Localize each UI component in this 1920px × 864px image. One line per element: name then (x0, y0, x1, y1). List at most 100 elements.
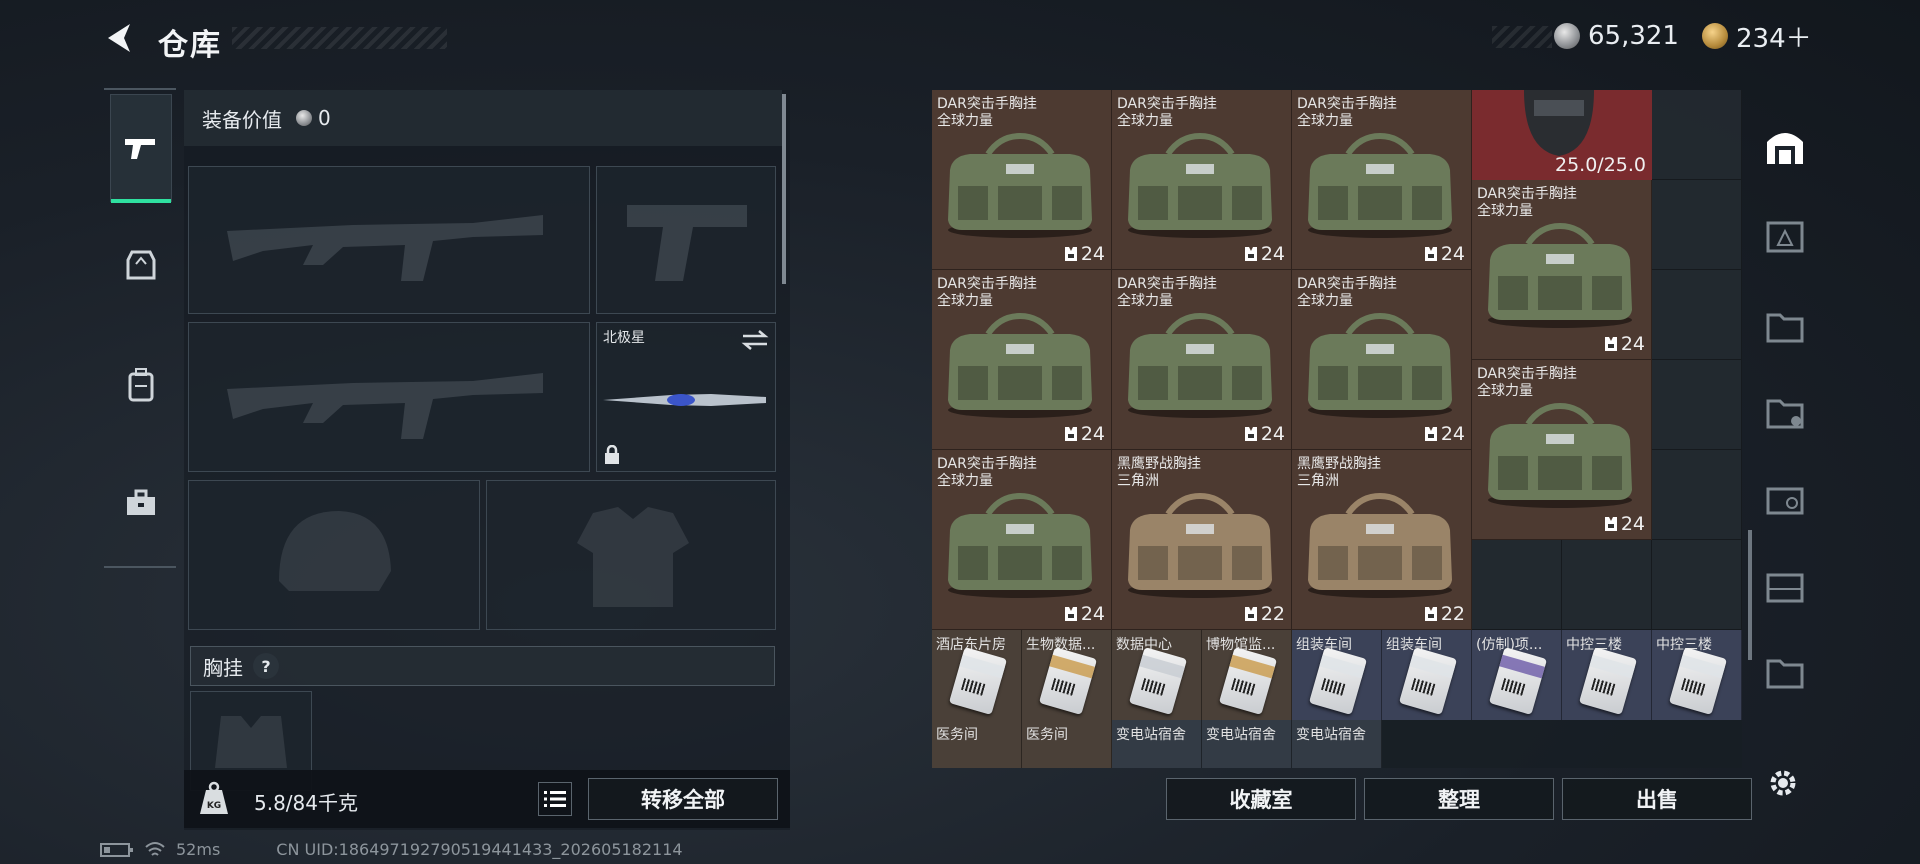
currency-stripe (1492, 26, 1552, 48)
stash-item-keycard[interactable]: 变电站宿舍 (1112, 720, 1202, 768)
helmet-slot[interactable] (188, 480, 480, 630)
gold-coin-icon (1702, 23, 1728, 49)
stash-item-vest[interactable]: 黑鹰野战胸挂 三角洲 22 (1292, 450, 1472, 630)
duffel-bag-icon (1308, 312, 1452, 418)
transfer-all-button[interactable]: 转移全部 (588, 778, 778, 820)
tab-toolbox[interactable] (112, 474, 170, 532)
back-arrow-icon[interactable] (100, 18, 140, 58)
item-armor-count: 24 (1424, 423, 1465, 445)
sort-button[interactable]: 整理 (1364, 778, 1554, 820)
weight-icon: KG (200, 781, 228, 814)
grid-cell[interactable] (1652, 270, 1742, 360)
stash-item-vest[interactable]: DAR突击手胸挂 全球力量 24 (1292, 90, 1472, 270)
title-stripe (232, 27, 447, 49)
stash-page-v[interactable] (1760, 472, 1810, 522)
keycard-icon (1308, 647, 1368, 715)
rifle-silhouette-icon (227, 215, 543, 281)
item-armor-count: 24 (1244, 423, 1285, 445)
stash-item-keycard[interactable]: (仿制)项... (1472, 630, 1562, 720)
grid-cell[interactable] (1652, 540, 1742, 630)
gear-icon[interactable] (1766, 766, 1800, 800)
item-name: 黑鹰野战胸挂 三角洲 (1117, 456, 1201, 489)
stash-item-keycard[interactable]: 变电站宿舍 (1202, 720, 1292, 768)
stash-item-keycard[interactable]: 组装车间 (1292, 630, 1382, 720)
stash-home-tab[interactable] (1760, 120, 1810, 170)
grid-cell[interactable] (1652, 360, 1742, 450)
stash-item-keycard[interactable]: 变电站宿舍 (1292, 720, 1382, 768)
wifi-icon (145, 841, 165, 856)
silver-currency[interactable]: 65,321 (1554, 18, 1679, 54)
knife-icon (603, 394, 766, 406)
silver-coin-icon (296, 110, 312, 126)
stash-item-keycard[interactable]: 中控三楼 (1652, 630, 1742, 720)
stash-page-iv-2[interactable] (1760, 300, 1810, 350)
stash-item-keycard[interactable]: 医务间 (1022, 720, 1112, 768)
collection-room-button[interactable]: 收藏室 (1166, 778, 1356, 820)
gold-currency[interactable]: 234＋ (1702, 18, 1812, 54)
item-name: DAR突击手胸挂 全球力量 (1477, 366, 1577, 399)
keycard-icon (1398, 647, 1458, 715)
stash-item-keycard[interactable]: 数据中心 (1112, 630, 1202, 720)
secondary-weapon-slot[interactable] (188, 322, 590, 472)
armor-class-icon (1064, 427, 1077, 441)
stash-item-keycard[interactable]: 生物数据... (1022, 630, 1112, 720)
pistol-slot[interactable] (596, 166, 776, 314)
loadout-scrollbar[interactable] (782, 94, 786, 284)
stash-page-iv-3[interactable] (1760, 646, 1810, 696)
grid-cell[interactable] (1652, 450, 1742, 540)
tab-backpack[interactable] (112, 356, 170, 414)
item-name: DAR突击手胸挂 全球力量 (1297, 276, 1397, 309)
stash-item-keycard[interactable]: 酒店东片房 (932, 630, 1022, 720)
keycard-name: 医务间 (936, 727, 978, 743)
armor-class-icon (1604, 337, 1617, 351)
stash-item-vest[interactable]: DAR突击手胸挂 全球力量 24 (1112, 270, 1292, 450)
stash-item-vest[interactable]: DAR突击手胸挂 全球力量 24 (932, 450, 1112, 630)
helmet-silhouette-icon (279, 511, 391, 591)
keycard-icon (1668, 647, 1728, 715)
stash-item-vest[interactable]: 黑鹰野战胸挂 三角洲 22 (1112, 450, 1292, 630)
grid-cell[interactable] (1472, 540, 1562, 630)
status-footer: 52ms CN UID:1864971927905194414​33_20260… (100, 840, 683, 859)
header: 仓库 65,321 234＋ (0, 0, 1920, 80)
melee-slot[interactable]: 北极星 (596, 322, 776, 472)
stash-item-vest[interactable]: DAR突击手胸挂 全球力量 24 (1472, 180, 1652, 360)
stash-item-keycard[interactable]: 医务间 (932, 720, 1022, 768)
list-view-button[interactable] (538, 782, 572, 816)
swap-arrows-icon[interactable] (741, 329, 769, 351)
stash-item-vest[interactable]: DAR突击手胸挂 全球力量 24 (932, 270, 1112, 450)
tab-divider (104, 566, 176, 568)
pistol-icon (125, 139, 155, 159)
armor-vest-icon (126, 250, 156, 280)
stash-item-vest[interactable]: DAR突击手胸挂 全球力量 24 (932, 90, 1112, 270)
stash-item-keycard[interactable]: 博物馆监... (1202, 630, 1292, 720)
grid-cell[interactable] (1562, 540, 1652, 630)
grid-cell[interactable] (1652, 90, 1742, 180)
duffel-bag-icon (1308, 132, 1452, 238)
stash-grid: DAR突击手胸挂 全球力量 24 DAR突击手胸挂 全球力量 24 DAR突击手胸挂 全球… (932, 90, 1742, 768)
stash-page-gti-1[interactable] (1760, 386, 1810, 436)
battery-icon (100, 842, 133, 857)
grid-cell[interactable] (1652, 180, 1742, 270)
keycard-name: 医务间 (1026, 727, 1068, 743)
duffel-bag-icon (1488, 222, 1632, 328)
chest-rig-label: 胸挂 (203, 655, 243, 680)
stash-item-helmet[interactable]: 25.0/25.0 (1472, 90, 1652, 180)
sell-button[interactable]: 出售 (1562, 778, 1752, 820)
body-armor-slot[interactable] (486, 480, 776, 630)
stash-item-vest[interactable]: DAR突击手胸挂 全球力量 24 (1112, 90, 1292, 270)
backpack-icon (128, 368, 154, 402)
keycard-icon (1128, 647, 1188, 715)
stash-item-vest[interactable]: DAR突击手胸挂 全球力量 24 (1292, 270, 1472, 450)
stash-item-vest[interactable]: DAR突击手胸挂 全球力量 24 (1472, 360, 1652, 540)
tab-armor[interactable] (112, 236, 170, 294)
stash-item-keycard[interactable]: 组装车间 (1382, 630, 1472, 720)
help-icon[interactable]: ? (253, 653, 279, 679)
stash-item-keycard[interactable]: 中控三楼 (1562, 630, 1652, 720)
stash-page-iv-1[interactable] (1760, 210, 1810, 260)
tab-weapons[interactable] (110, 94, 172, 203)
folder-icon (1766, 659, 1804, 689)
primary-weapon-slot[interactable] (188, 166, 590, 314)
stash-page-gti-2[interactable] (1760, 560, 1810, 610)
item-armor-count: 24 (1604, 333, 1645, 355)
stash-scrollbar[interactable] (1748, 530, 1752, 660)
